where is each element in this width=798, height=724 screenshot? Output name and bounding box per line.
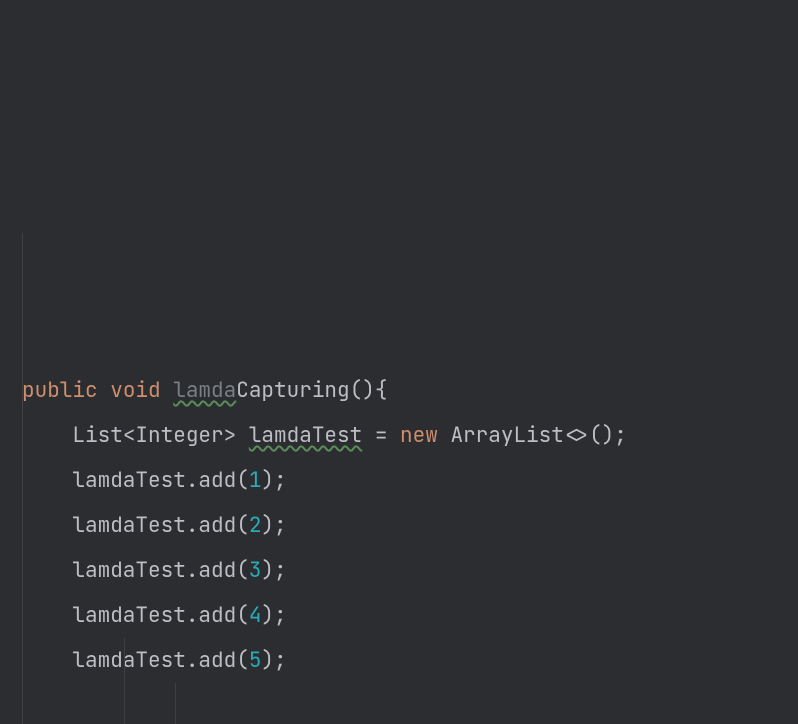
punct: (){ (350, 377, 388, 404)
code-line: lamdaTest.add(5); (22, 638, 798, 683)
code-line: lamdaTest.add(3); (22, 548, 798, 593)
type-list: List (72, 422, 122, 449)
method-name-rest: Capturing (236, 377, 349, 404)
number-literal: 1 (249, 467, 262, 494)
method-name-typo: lamda (173, 377, 236, 404)
keyword-public: public (22, 377, 98, 404)
number-literal: 3 (249, 557, 262, 584)
type-integer: Integer (135, 422, 223, 449)
code-line: lamdaTest.add(1); (22, 458, 798, 503)
code-line: lamdaTest.add(2); (22, 503, 798, 548)
code-line: public void lamdaCapturing(){ (22, 368, 798, 413)
code-editor[interactable]: public void lamdaCapturing(){ List<Integ… (0, 180, 798, 724)
type-arraylist: ArrayList (438, 422, 564, 449)
keyword-void: void (110, 377, 160, 404)
number-literal: 2 (249, 512, 262, 539)
number-literal: 4 (249, 602, 262, 629)
indent (22, 422, 72, 449)
var-lamdaTest-typo: lamdaTest (249, 422, 362, 449)
code-line: lamdaTest.add(4); (22, 593, 798, 638)
keyword-new: new (400, 422, 438, 449)
code-line: List<Integer> lamdaTest = new ArrayList<… (22, 413, 798, 458)
number-literal: 5 (249, 647, 262, 674)
code-line-blank (22, 683, 798, 724)
